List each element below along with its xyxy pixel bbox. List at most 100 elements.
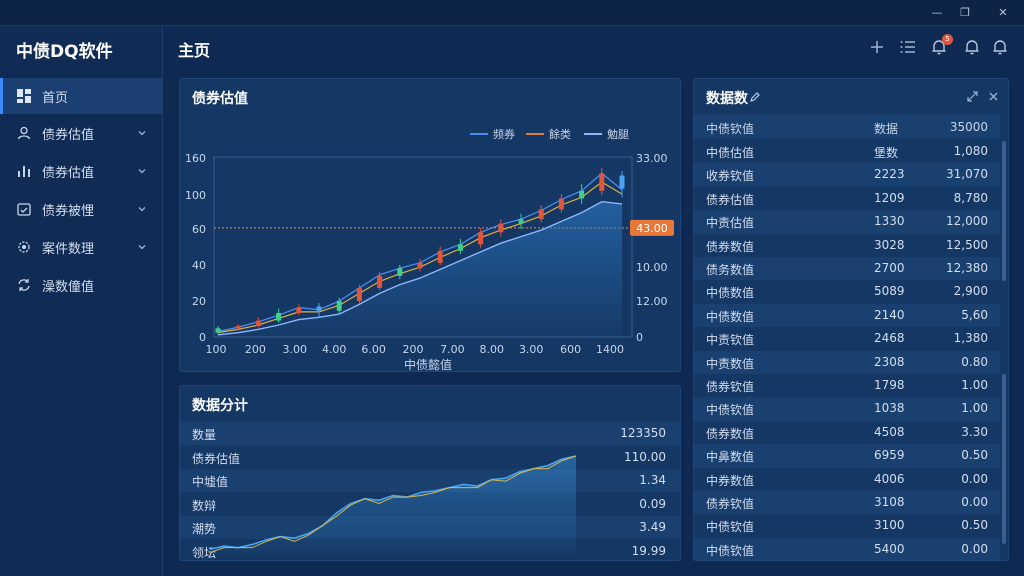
sidebar-item-data-sync[interactable]: 澡数僮值 [0, 267, 163, 303]
table-cell: 5400 [874, 541, 905, 556]
stats-card: 数据分计 数量 123350 债券估值 110.00 中墟值 1.34 数辩 0.09 潮势 3.… [179, 385, 681, 561]
candle-body [417, 262, 423, 269]
table-row[interactable]: 中债钦值 5400 0.00 [694, 537, 1000, 560]
table-cell: 0.50 [961, 518, 988, 533]
header-bar: 主页 5 [164, 26, 1024, 68]
table-cell: 0.80 [961, 354, 988, 369]
table-cell: 债券估值 [706, 192, 755, 207]
y-tick-label: 160 [185, 152, 206, 165]
table-cell: 1209 [874, 190, 905, 205]
edit-icon[interactable] [749, 91, 761, 103]
table-row[interactable]: 中债数值 2140 5,60 [694, 303, 1000, 328]
table-row[interactable]: 中债数值 5089 2,900 [694, 280, 1000, 303]
table-cell: 堡数 [874, 146, 899, 160]
y-right-tick-label: 33.00 [636, 152, 668, 165]
stats-trend-chart [209, 455, 577, 554]
sidebar: 中债DQ软件 首页 债券估值 债券估值 债券被悝 案件数理 澡数僮值 [0, 26, 163, 576]
table-row[interactable]: 中责钦值 2468 1,380 [694, 327, 1000, 350]
chevron-down-icon [138, 207, 146, 212]
candle-body [457, 244, 463, 251]
table-cell: 3.30 [961, 424, 988, 439]
close-icon[interactable] [987, 90, 1000, 103]
calendar-icon [16, 201, 32, 217]
restore-button[interactable]: ❐ [955, 3, 975, 23]
y-tick-label: 20 [192, 295, 206, 308]
gear-icon [16, 239, 32, 255]
sidebar-item-label: 债券估值 [42, 127, 95, 143]
table-cell: 债券数值 [706, 239, 755, 254]
table-row[interactable]: 中债估值 堡数 1,080 [694, 140, 1000, 163]
table-row[interactable]: 中券数值 4006 0.00 [694, 468, 1000, 491]
table-row[interactable]: 中责估值 1330 12,000 [694, 210, 1000, 234]
table-cell: 6959 [874, 448, 905, 463]
scrollbar-thumb[interactable] [1002, 141, 1006, 281]
y-right-tick-label: 12.00 [636, 295, 668, 308]
table-cell: 中鼻数值 [706, 450, 755, 465]
table-cell: 中债钦值 [706, 543, 755, 558]
table-cell: 0.00 [961, 541, 988, 556]
notification-badge: 5 [942, 34, 953, 45]
x-tick-label: 200 [245, 343, 266, 356]
table-cell: 债券钦值 [706, 380, 755, 394]
chevron-down-icon [138, 131, 146, 136]
candle-body [356, 287, 362, 301]
sidebar-item-bond-management[interactable]: 债券被悝 [0, 191, 163, 227]
table-cell: 12,500 [946, 237, 988, 252]
alert-bell-icon[interactable] [991, 38, 1009, 56]
bell-icon[interactable] [963, 38, 981, 56]
table-cell: 3108 [874, 495, 905, 509]
candle-body [316, 306, 322, 311]
table-row[interactable]: 债券数值 3028 12,500 [694, 234, 1000, 257]
x-tick-label: 100 [206, 343, 227, 356]
sidebar-item-label: 首页 [42, 90, 69, 106]
table-row[interactable]: 债券估值 1209 8,780 [694, 187, 1000, 210]
table-cell: 0.50 [961, 448, 988, 463]
table-cell: 2700 [874, 261, 905, 275]
y-right-tick-label: 0 [636, 331, 643, 344]
x-tick-label: 3.00 [519, 343, 544, 356]
y-tick-label: 100 [185, 189, 206, 202]
valuation-line-chart: 0204060100160012.0010.0020.0033.00100200… [185, 152, 674, 371]
candle-body [579, 190, 585, 199]
candle-body [478, 232, 484, 245]
sidebar-item-label: 澡数僮值 [42, 279, 95, 295]
table-cell: 中券数值 [706, 473, 755, 488]
table-cell: 8,780 [953, 190, 988, 205]
table-cell: 1038 [874, 401, 905, 416]
table-cell: 2468 [874, 331, 905, 346]
scrollbar-thumb-lower[interactable] [1002, 374, 1006, 544]
minimize-button[interactable]: — [927, 3, 947, 23]
table-row[interactable]: 中债钦值 1038 1.00 [694, 397, 1000, 421]
table-row[interactable]: 债务数值 2700 12,380 [694, 257, 1000, 281]
candle-body [437, 250, 443, 263]
candle-body [235, 326, 241, 329]
dashboard-icon [16, 88, 32, 104]
candle-body [276, 313, 282, 321]
table-row[interactable]: 中债钦值 3100 0.50 [694, 514, 1000, 537]
x-axis-label: 中债懿值 [404, 357, 452, 371]
chevron-down-icon [138, 245, 146, 250]
sidebar-item-home[interactable]: 首页 [0, 78, 163, 114]
candle-body [336, 301, 342, 311]
table-cell: 中责估值 [706, 216, 755, 231]
table-row[interactable]: 收券钦值 2223 31,070 [694, 163, 1000, 187]
close-window-button[interactable]: ✕ [993, 3, 1013, 23]
table-cell: 12,380 [946, 261, 988, 275]
price-tag-label: 43.00 [636, 222, 668, 235]
sidebar-item-case-management[interactable]: 案件数理 [0, 229, 163, 265]
table-row[interactable]: 债券钦值 1798 1.00 [694, 374, 1000, 397]
table-row[interactable]: 债券数值 4508 3.30 [694, 421, 1000, 444]
candle-body [518, 219, 524, 224]
list-icon[interactable] [899, 38, 917, 56]
candle-body [599, 173, 605, 191]
table-row[interactable]: 中责数值 2308 0.80 [694, 350, 1000, 374]
table-cell: 4508 [874, 424, 905, 439]
table-cell: 1,080 [953, 144, 988, 158]
sidebar-item-bond-valuation[interactable]: 债券估值 [0, 115, 163, 151]
table-row[interactable]: 债券钦值 3108 0.00 [694, 491, 1000, 515]
chevron-down-icon [138, 169, 146, 174]
sidebar-item-bond-valuation-2[interactable]: 债券估值 [0, 153, 163, 189]
add-icon[interactable] [868, 38, 886, 56]
collapse-icon[interactable] [966, 90, 979, 103]
table-row[interactable]: 中鼻数值 6959 0.50 [694, 444, 1000, 468]
